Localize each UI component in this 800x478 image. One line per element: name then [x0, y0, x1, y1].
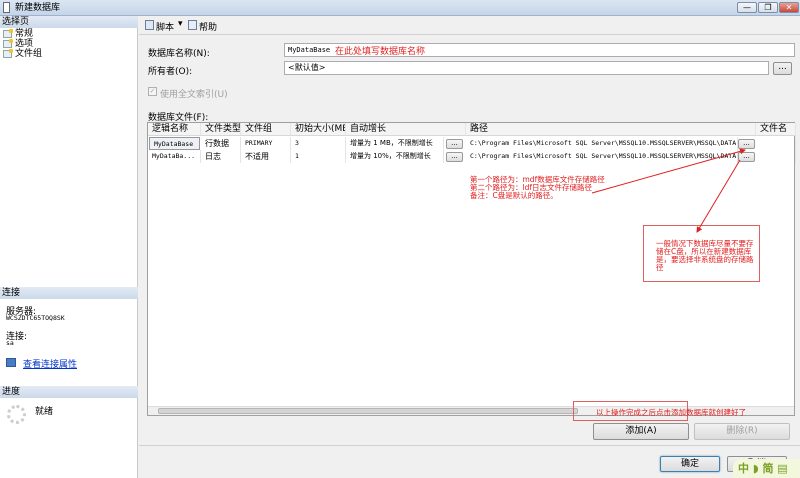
- arrow-to-path: [591, 148, 746, 194]
- annotation-arrows: [591, 148, 746, 233]
- arrow-to-note: [696, 159, 741, 233]
